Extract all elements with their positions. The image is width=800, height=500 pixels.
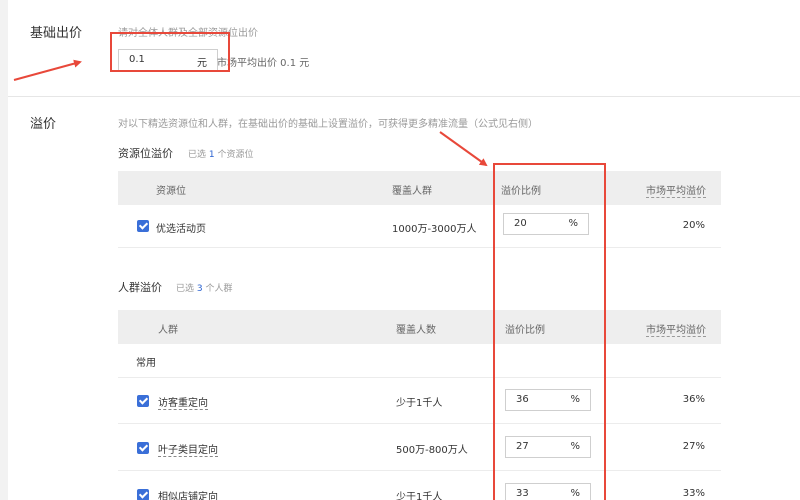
resource-table-header: 资源位 覆盖人群 溢价比例 市场平均溢价	[118, 171, 721, 205]
col-audience: 人群	[158, 325, 178, 336]
base-bid-title: 基础出价	[30, 26, 83, 41]
bid-settings-panel: 基础出价 请对全体人群及全部资源位出价 0.1 元 市场平均出价 0.1 元 溢…	[8, 0, 800, 500]
audience-row-checkbox[interactable]	[137, 442, 149, 454]
base-bid-market-avg: 市场平均出价 0.1 元	[217, 58, 310, 69]
audience-row-name[interactable]: 相似店铺定向	[158, 488, 218, 500]
audience-premium-title: 人群溢价	[118, 281, 162, 294]
resource-premium-title: 资源位溢价	[118, 147, 173, 160]
row-divider	[118, 423, 721, 424]
audience-row-coverage: 少于1千人	[396, 398, 443, 409]
audience-row-name[interactable]: 叶子类目定向	[158, 441, 218, 457]
col-coverage-count: 覆盖人数	[396, 325, 436, 336]
annotation-box-base-bid	[110, 32, 230, 72]
resource-row-checkbox[interactable]	[137, 220, 149, 232]
section-divider	[8, 96, 800, 97]
premium-title: 溢价	[30, 117, 57, 132]
audience-row-coverage: 少于1千人	[396, 492, 443, 500]
audience-row-checkbox[interactable]	[137, 395, 149, 407]
col-resource: 资源位	[156, 186, 186, 197]
audience-row-market: 36%	[682, 394, 705, 405]
audience-group-label: 常用	[136, 358, 156, 369]
audience-row-market: 33%	[682, 488, 705, 499]
audience-selected-count: 已选 3 个人群	[176, 284, 233, 294]
row-divider	[118, 470, 721, 471]
audience-row-name[interactable]: 访客重定向	[158, 394, 208, 410]
annotation-box-premium-ratio	[493, 163, 606, 500]
resource-row-coverage: 1000万-3000万人	[392, 224, 477, 235]
col-coverage: 覆盖人群	[392, 186, 432, 197]
audience-row-checkbox[interactable]	[137, 489, 149, 500]
resource-row-market: 20%	[682, 220, 705, 231]
col-market-avg[interactable]: 市场平均溢价	[646, 182, 706, 198]
audience-row-market: 27%	[682, 441, 705, 452]
resource-row-name: 优选活动页	[156, 224, 206, 235]
audience-table-header: 人群 覆盖人数 溢价比例 市场平均溢价	[118, 310, 721, 344]
audience-row-coverage: 500万-800万人	[396, 445, 468, 456]
col-market-avg[interactable]: 市场平均溢价	[646, 321, 706, 337]
row-divider	[118, 377, 721, 378]
resource-selected-count: 已选 1 个资源位	[188, 150, 254, 160]
premium-hint: 对以下精选资源位和人群，在基础出价的基础上设置溢价，可获得更多精准流量（公式见右…	[118, 119, 538, 130]
row-divider	[118, 247, 721, 248]
